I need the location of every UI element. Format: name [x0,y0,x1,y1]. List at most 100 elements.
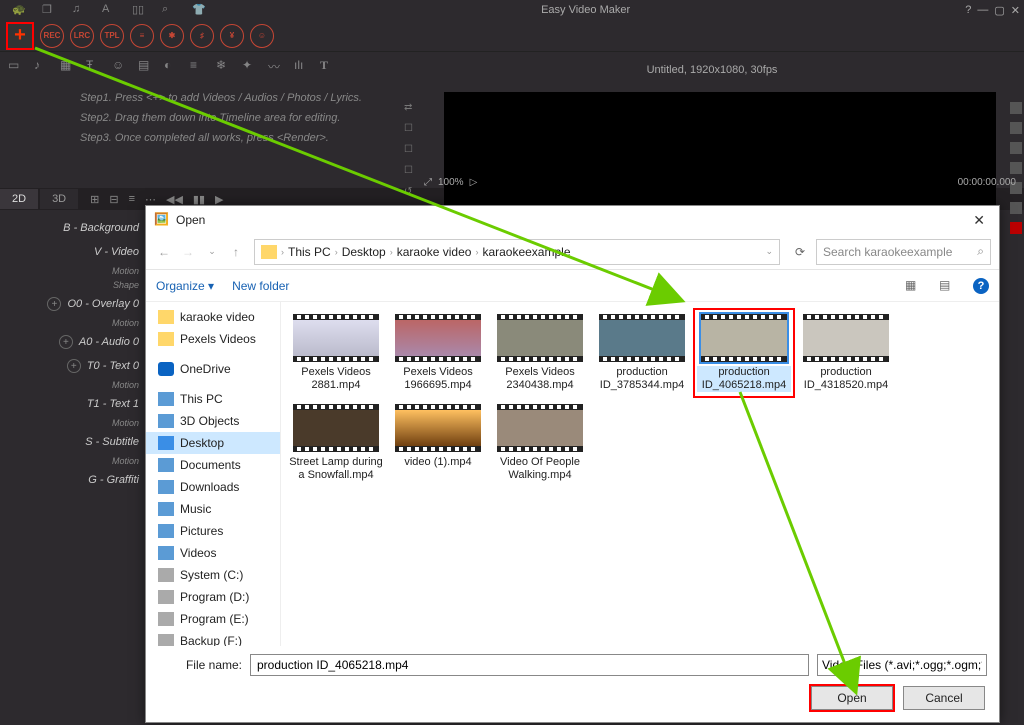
view-icons-button[interactable]: ▦ [905,278,921,294]
add-audio-button[interactable]: + [59,335,73,349]
preview-canvas[interactable] [444,92,996,212]
view-list-button[interactable]: ▤ [939,278,955,294]
smile-icon[interactable]: ☺ [112,58,126,72]
crumb-karaoke[interactable]: karaoke video [397,245,472,259]
help-button[interactable]: ? [973,278,989,294]
tree-thispc[interactable]: This PC [146,388,280,410]
grid-icon-4[interactable]: ⋯ [145,193,156,206]
side-icon[interactable] [1010,162,1022,174]
tree-music[interactable]: Music [146,498,280,520]
crumb-example[interactable]: karaokeexample [482,245,570,259]
track-overlay0[interactable]: O0 - Overlay 0 [67,298,139,310]
pause-icon[interactable]: ▮▮ [193,193,205,206]
expand-icon[interactable]: ⤢ [424,177,432,188]
track-text1[interactable]: T1 - Text 1 [87,398,139,410]
contrast-icon[interactable]: ◐ [164,58,178,72]
file-item[interactable]: Street Lamp during a Snowfall.mp4 [287,400,385,486]
tree-desktop[interactable]: Desktop [146,432,280,454]
track-subtitle[interactable]: S - Subtitle [85,436,139,448]
snow-icon[interactable]: ❄ [216,58,230,72]
side-icon[interactable] [1010,102,1022,114]
file-item[interactable]: production ID_4318520.mp4 [797,310,895,396]
bars-icon[interactable]: ılı [294,58,308,72]
minimize-icon[interactable]: — [977,4,988,16]
circle-button-1[interactable]: ≡ [130,24,154,48]
tree-system-c[interactable]: System (C:) [146,564,280,586]
grid-icon-3[interactable]: ≡ [129,193,135,206]
tree-pexels[interactable]: Pexels Videos [146,328,280,350]
nav-recent-button[interactable]: ⌄ [202,242,222,262]
clone-icon[interactable]: ❐ [42,3,56,17]
shirt-icon[interactable]: 👕 [192,3,206,17]
add-text-button[interactable]: + [67,359,81,373]
tab-2d[interactable]: 2D [0,189,38,209]
tree-documents[interactable]: Documents [146,454,280,476]
track-graffiti[interactable]: G - Graffiti [88,474,139,486]
text-icon[interactable]: A [102,3,116,17]
track-audio0[interactable]: A0 - Audio 0 [79,336,139,348]
grid-icon-1[interactable]: ⊞ [90,193,99,206]
circle-button-3[interactable]: ♯ [190,24,214,48]
file-item[interactable]: production ID_3785344.mp4 [593,310,691,396]
book-icon[interactable]: ▯▯ [132,3,146,17]
puzzle-icon[interactable]: ✦ [242,58,256,72]
wave-icon[interactable]: 〰 [268,58,282,72]
track-bg[interactable]: B - Background [63,222,139,234]
side-icon-red[interactable] [1010,222,1022,234]
crumb-desktop[interactable]: Desktop [342,245,386,259]
crumb-thispc[interactable]: This PC [288,245,331,259]
circle-button-2[interactable]: ✱ [160,24,184,48]
add-overlay-button[interactable]: + [47,297,61,311]
tree-onedrive[interactable]: OneDrive [146,358,280,380]
close-icon[interactable]: ✕ [1011,4,1020,17]
organize-button[interactable]: Organize ▾ [156,279,214,293]
track-text0[interactable]: T0 - Text 0 [87,360,139,372]
font-tool-icon[interactable]: Ŧ [86,58,100,72]
cancel-button[interactable]: Cancel [903,686,985,710]
help-icon[interactable]: ? [965,4,971,16]
clip-icon[interactable]: ▤ [138,58,152,72]
file-item[interactable]: Pexels Videos 2881.mp4 [287,310,385,396]
tree-pictures[interactable]: Pictures [146,520,280,542]
file-item[interactable]: video (1).mp4 [389,400,487,486]
t-icon[interactable]: T [320,58,334,72]
refresh-button[interactable]: ⟳ [788,240,812,264]
tpl-button[interactable]: TPL [100,24,124,48]
nav-up-button[interactable]: ↑ [226,242,246,262]
search-input[interactable]: Search karaokeexample ⌕ [816,239,991,265]
file-item-selected[interactable]: production ID_4065218.mp4 [695,310,793,396]
tree-program-e[interactable]: Program (E:) [146,608,280,630]
play-icon[interactable]: ▷ [470,177,478,188]
open-button[interactable]: Open [811,686,893,710]
music-icon[interactable]: ♫ [72,3,86,17]
crumb-dropdown-icon[interactable]: ⌄ [765,246,773,257]
address-bar[interactable]: › This PC › Desktop › karaoke video › ka… [254,239,780,265]
grid-icon-2[interactable]: ⊟ [109,193,118,206]
tab-3d[interactable]: 3D [40,189,78,209]
side-icon[interactable] [1010,142,1022,154]
layout-icon[interactable]: ▭ [8,58,22,72]
nav-back-button[interactable]: ← [154,242,174,262]
circle-button-4[interactable]: ¥ [220,24,244,48]
newfolder-button[interactable]: New folder [232,279,289,293]
file-item[interactable]: Pexels Videos 2340438.mp4 [491,310,589,396]
nav-forward-button[interactable]: → [178,242,198,262]
filetype-filter[interactable] [817,654,987,676]
list-icon[interactable]: ≡ [190,58,204,72]
add-media-button[interactable]: + [6,22,34,50]
tree-karaoke-video[interactable]: karaoke video [146,306,280,328]
tree-3d[interactable]: 3D Objects [146,410,280,432]
rec-button[interactable]: REC [40,24,64,48]
side-icon[interactable] [1010,202,1022,214]
tree-videos[interactable]: Videos [146,542,280,564]
side-icon[interactable] [1010,122,1022,134]
tree-program-d[interactable]: Program (D:) [146,586,280,608]
maximize-icon[interactable]: ▢ [994,4,1004,17]
play-button[interactable]: ▶ [215,193,223,206]
lrc-button[interactable]: LRC [70,24,94,48]
file-item[interactable]: Pexels Videos 1966695.mp4 [389,310,487,396]
tree-downloads[interactable]: Downloads [146,476,280,498]
track-video[interactable]: V - Video [94,246,139,258]
note-icon[interactable]: ♪ [34,58,48,72]
search-icon[interactable]: ⌕ [977,244,984,259]
